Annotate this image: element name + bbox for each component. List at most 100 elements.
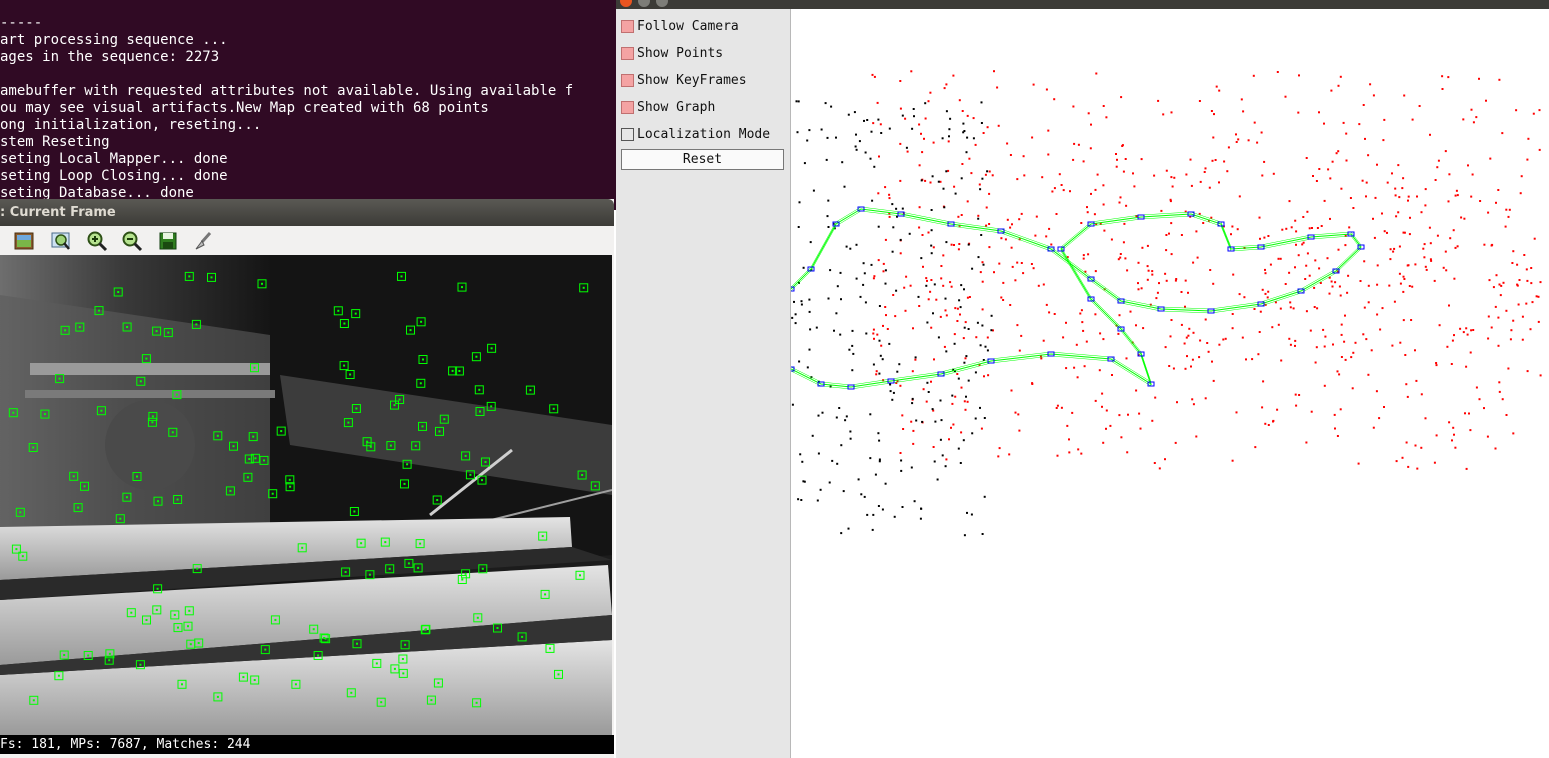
- map-point: [1245, 358, 1247, 361]
- map-point: [900, 469, 903, 472]
- map-point: [972, 137, 975, 140]
- map-point: [1423, 243, 1426, 246]
- zoom-fit-icon[interactable]: [50, 230, 72, 252]
- map-point: [937, 336, 940, 339]
- map-point: [1058, 173, 1061, 176]
- map-point: [921, 420, 924, 423]
- checkbox-icon[interactable]: [621, 100, 634, 114]
- map-point: [943, 345, 946, 348]
- map-point: [1407, 465, 1410, 468]
- maximize-icon[interactable]: [656, 0, 668, 7]
- map-point: [1170, 253, 1173, 256]
- map-point: [808, 310, 811, 313]
- show-keyframes-checkbox[interactable]: Show KeyFrames: [621, 70, 747, 90]
- map-point: [931, 408, 934, 411]
- map-point: [1016, 178, 1019, 181]
- checkbox-icon[interactable]: [621, 46, 634, 60]
- map-point: [1294, 393, 1297, 396]
- map-point: [926, 321, 929, 324]
- map-point: [1083, 365, 1086, 368]
- map-point: [1123, 222, 1126, 225]
- map-point: [1011, 265, 1014, 268]
- map-point: [899, 179, 902, 182]
- brush-icon[interactable]: [192, 230, 214, 252]
- map-point: [948, 128, 951, 131]
- map-point: [1298, 74, 1300, 77]
- map-point: [1497, 344, 1500, 347]
- map-point: [1077, 143, 1080, 146]
- map-point: [1041, 176, 1044, 179]
- map-point: [1117, 332, 1120, 335]
- checkbox-icon[interactable]: [621, 19, 634, 33]
- map-point: [808, 348, 811, 351]
- zoom-in-icon[interactable]: [86, 230, 108, 252]
- map-point: [1372, 94, 1375, 97]
- map-point: [1126, 269, 1129, 272]
- map-point: [1316, 307, 1319, 310]
- map-point: [1146, 244, 1149, 247]
- map-point: [1328, 292, 1331, 295]
- map-point: [1525, 302, 1528, 305]
- map-point: [996, 86, 999, 89]
- map-point: [841, 161, 844, 164]
- checkbox-icon[interactable]: [621, 127, 634, 141]
- map-point: [1199, 339, 1202, 342]
- map-point: [1294, 339, 1297, 342]
- map-point: [1330, 280, 1333, 283]
- map-point: [878, 155, 880, 158]
- map-point: [800, 300, 803, 303]
- map-point: [1206, 342, 1209, 344]
- map-point: [933, 358, 935, 361]
- minimize-icon[interactable]: [638, 0, 650, 7]
- map-point: [1498, 390, 1501, 393]
- map-point: [886, 328, 889, 330]
- map-point: [905, 275, 908, 278]
- camera-frame-image: [0, 255, 612, 735]
- map-point: [1129, 310, 1132, 313]
- map-point: [836, 285, 839, 288]
- map-point: [943, 206, 946, 209]
- map-point: [884, 269, 887, 272]
- map-point: [1050, 243, 1053, 246]
- map-point: [961, 163, 964, 165]
- save-icon[interactable]: [157, 230, 179, 252]
- map-point: [839, 271, 842, 274]
- map-3d-view[interactable]: [791, 9, 1549, 758]
- map-point: [1034, 234, 1037, 237]
- map-point: [1010, 389, 1013, 392]
- image-icon[interactable]: [13, 230, 35, 252]
- map-point: [1308, 274, 1311, 277]
- localization-mode-checkbox[interactable]: Localization Mode: [621, 124, 770, 144]
- follow-camera-checkbox[interactable]: Follow Camera: [621, 16, 739, 36]
- zoom-out-icon[interactable]: [121, 230, 143, 252]
- map-point: [795, 100, 798, 103]
- show-graph-checkbox[interactable]: Show Graph: [621, 97, 715, 117]
- map-point: [1420, 211, 1423, 214]
- map-point: [957, 215, 960, 218]
- map-point: [1158, 282, 1160, 285]
- map-point: [1489, 157, 1492, 160]
- terminal-window[interactable]: ----- art processing sequence ... ages i…: [0, 0, 616, 210]
- reset-button[interactable]: Reset: [621, 149, 784, 170]
- map-viewer-titlebar[interactable]: [616, 0, 1549, 9]
- map-point: [1365, 181, 1368, 184]
- map-point: [1146, 265, 1149, 268]
- map-point: [1266, 296, 1269, 299]
- map-point: [966, 114, 969, 117]
- map-point: [873, 165, 876, 168]
- map-point: [1124, 158, 1127, 160]
- map-point: [1441, 88, 1444, 90]
- map-point: [1429, 133, 1431, 136]
- show-points-checkbox[interactable]: Show Points: [621, 43, 723, 63]
- map-point: [925, 400, 928, 403]
- checkbox-icon[interactable]: [621, 73, 634, 87]
- map-point: [1252, 74, 1255, 77]
- map-point: [1406, 264, 1409, 267]
- map-point: [1047, 153, 1050, 156]
- map-point: [1471, 173, 1474, 176]
- map-point: [1264, 268, 1266, 271]
- map-point: [797, 498, 800, 501]
- close-icon[interactable]: [620, 0, 632, 7]
- map-point: [791, 316, 794, 319]
- frame-titlebar[interactable]: : Current Frame: [0, 199, 614, 226]
